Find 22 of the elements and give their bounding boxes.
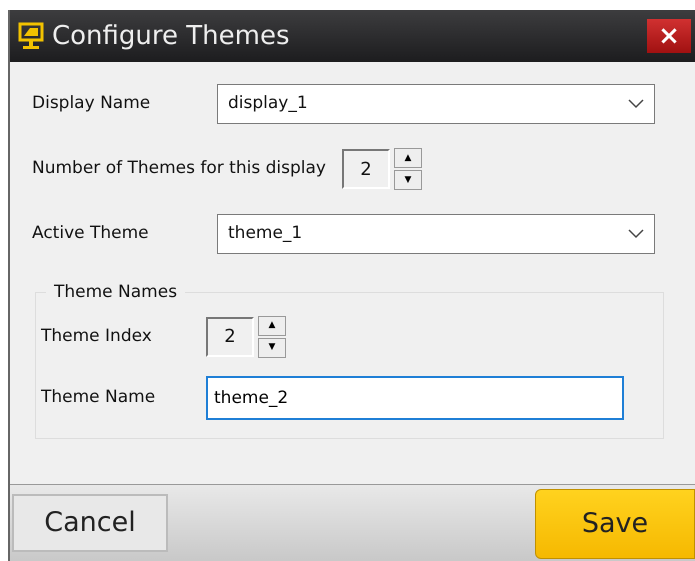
- active-theme-label: Active Theme: [32, 222, 150, 246]
- spin-up-button[interactable]: ▲: [394, 148, 422, 168]
- chevron-down-icon: [628, 229, 644, 239]
- spin-down-button[interactable]: ▼: [258, 338, 286, 358]
- theme-index-field[interactable]: 2: [206, 316, 254, 356]
- theme-count-field[interactable]: 2: [342, 149, 390, 189]
- display-name-label: Display Name: [32, 92, 152, 116]
- save-button[interactable]: Save: [535, 489, 695, 559]
- cancel-button[interactable]: Cancel: [12, 494, 168, 552]
- monitor-icon: [18, 22, 44, 50]
- theme-name-field[interactable]: theme_2: [206, 376, 624, 420]
- window-title: Configure Themes: [52, 20, 290, 52]
- theme-name-label: Theme Name: [41, 386, 156, 409]
- display-name-dropdown[interactable]: display_1: [217, 84, 655, 124]
- group-title: Theme Names: [53, 281, 178, 304]
- theme-count-label: Number of Themes for this display: [32, 157, 326, 180]
- spin-down-button[interactable]: ▼: [394, 170, 422, 190]
- chevron-down-icon: [628, 99, 644, 109]
- close-button[interactable]: ×: [647, 19, 691, 53]
- theme-index-label: Theme Index: [41, 324, 153, 348]
- spin-up-button[interactable]: ▲: [258, 316, 286, 336]
- active-theme-dropdown[interactable]: theme_1: [217, 214, 655, 254]
